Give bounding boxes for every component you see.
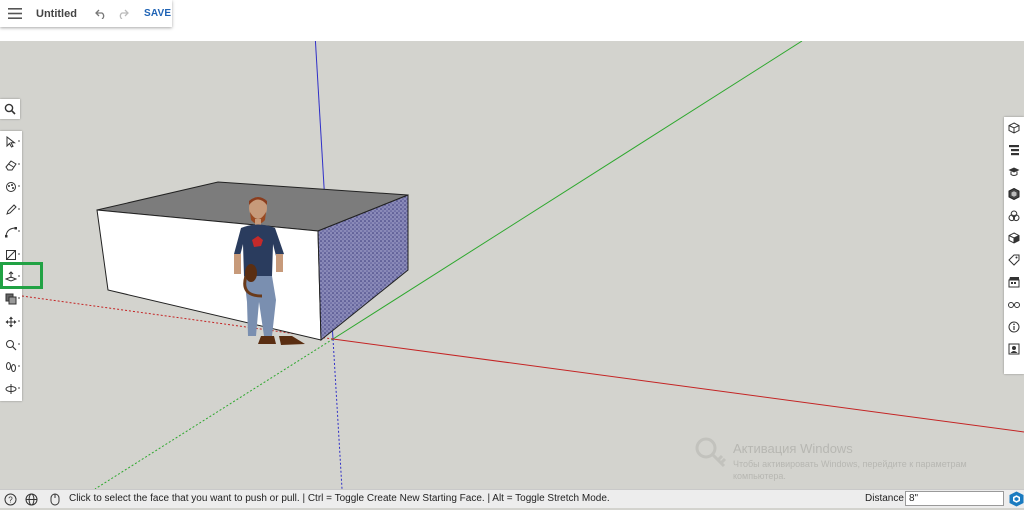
status-message: Click to select the face that you want t… [69,493,610,504]
help-icon[interactable]: ? [2,491,18,507]
info-icon[interactable] [1004,317,1024,337]
move-arrows-icon [5,316,17,328]
outliner-icon[interactable] [1004,140,1024,160]
search-tool-button[interactable] [0,99,20,119]
active-tool-highlight [0,262,43,289]
line-tool[interactable] [0,200,22,220]
key-icon [694,436,728,475]
pencil-icon [6,204,17,215]
globe-icon[interactable] [23,491,39,507]
distance-label: Distance [865,493,904,504]
redo-icon[interactable] [114,4,132,24]
svg-text:?: ? [8,495,13,504]
offset-tool[interactable] [0,289,22,309]
instructor-icon[interactable] [1004,162,1024,182]
tape-measure-icon [6,340,17,351]
box-front-face [96,209,322,341]
entity-info-icon[interactable] [1004,118,1024,138]
mouse-icon [47,491,63,507]
materials-icon[interactable] [1004,206,1024,226]
orbit-icon [5,384,17,394]
walk-tool[interactable] [0,357,22,377]
eraser-icon [5,160,17,171]
scene-canvas[interactable] [0,41,1024,489]
blue-axis-negative [332,338,343,489]
title-bar: Untitled SAVE [0,0,172,27]
red-axis [332,338,1024,433]
components-icon[interactable] [1004,184,1024,204]
save-button[interactable]: SAVE [144,8,171,19]
distance-input[interactable] [905,491,1004,506]
green-axis-negative [94,338,334,489]
move-tool[interactable] [0,312,22,332]
scenes-icon[interactable] [1004,272,1024,292]
activation-watermark-subtitle: Чтобы активировать Windows, перейдите к … [733,459,967,481]
undo-icon[interactable] [92,4,110,24]
modeling-viewport[interactable]: Активация Windows Чтобы активировать Win… [0,41,1024,489]
tape-measure-tool[interactable] [0,335,22,355]
styles-icon[interactable] [1004,228,1024,248]
activation-watermark-title: Активация Windows [733,441,853,456]
hamburger-menu-icon[interactable] [4,3,26,25]
account-icon[interactable] [1004,339,1024,359]
arrow-cursor-icon [6,136,16,148]
footprints-icon [6,362,16,372]
document-title: Untitled [36,7,77,20]
eraser-tool[interactable] [0,155,22,175]
sketchup-logo-icon[interactable] [1009,491,1024,507]
arc-icon [5,227,17,238]
paint-tool[interactable] [0,177,22,197]
paint-brush-icon [6,182,16,192]
arc-tool[interactable] [0,222,22,242]
green-axis [332,41,803,340]
tags-icon[interactable] [1004,250,1024,270]
search-icon [4,103,16,115]
display-icon[interactable] [1004,295,1024,315]
rectangle-icon [6,250,16,260]
status-bar: ? Click to select the face that you want… [0,489,1024,508]
select-tool[interactable] [0,132,22,152]
offset-icon [5,293,17,305]
orbit-tool[interactable] [0,379,22,399]
right-panel-toolbar [1004,117,1024,374]
